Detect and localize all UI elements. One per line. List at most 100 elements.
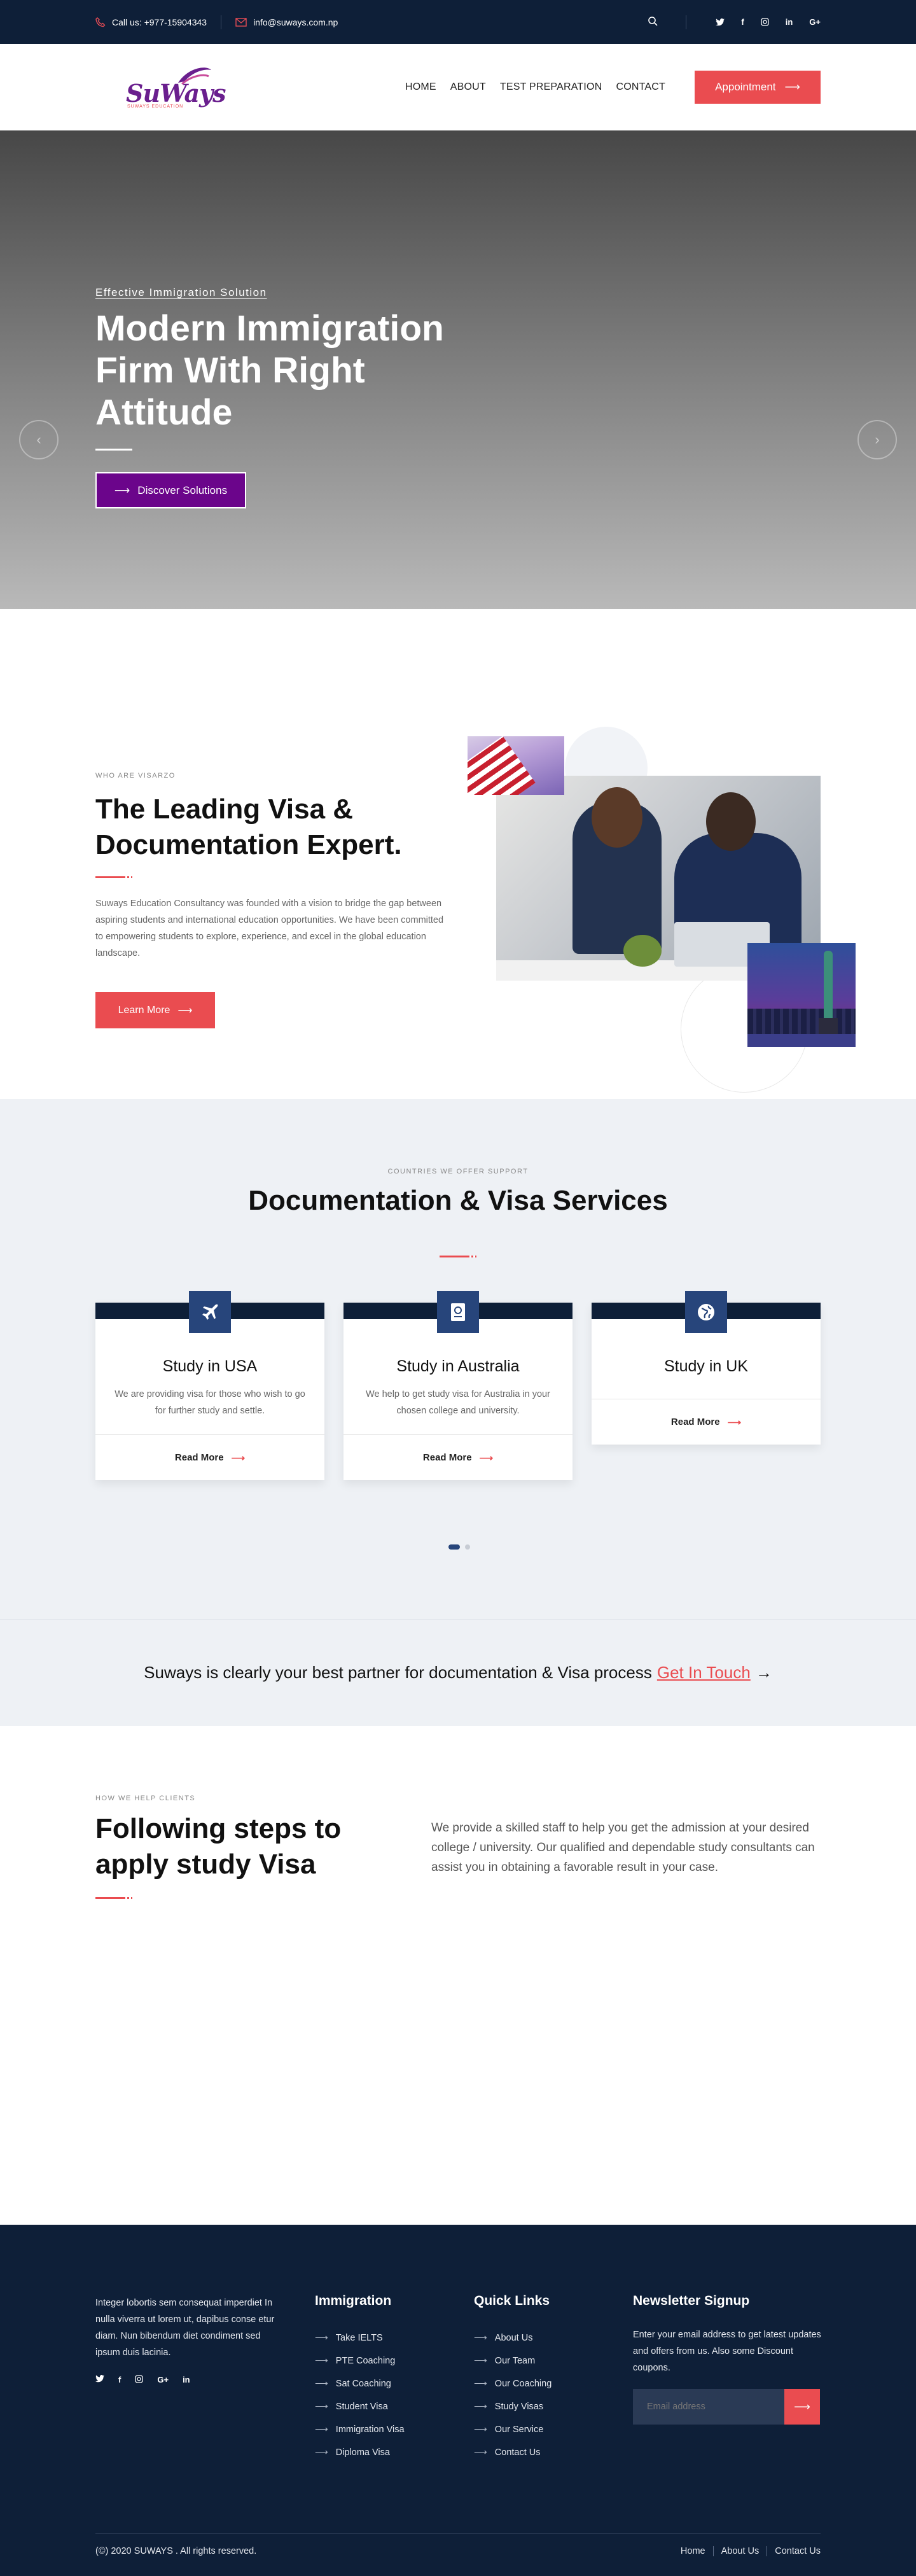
nav-contact[interactable]: CONTACT (616, 81, 665, 93)
site-header: SuWays SUWAYS EDUCATION HOME ABOUT TEST … (0, 44, 916, 130)
arrow-right-icon: ⟶ (794, 2400, 810, 2413)
carousel-dot[interactable] (465, 1544, 470, 1550)
globe-icon (685, 1291, 727, 1333)
arrow-right-icon: ⟶ (177, 1005, 193, 1016)
footer-link-label: PTE Coaching (335, 2356, 396, 2366)
footer-bottom-links: Home About Us Contact Us (673, 2546, 821, 2556)
cta-text: Suways is clearly your best partner for … (144, 1663, 652, 1682)
newsletter-email-input[interactable] (633, 2389, 784, 2425)
facebook-icon[interactable]: f (741, 17, 744, 27)
arrow-right-icon: ⟶ (315, 2447, 328, 2458)
card-text (604, 1386, 808, 1399)
footer-link-label: Our Team (494, 2356, 536, 2366)
email-info[interactable]: info@suways.com.np (235, 17, 338, 27)
get-in-touch-link[interactable]: Get In Touch (657, 1663, 751, 1683)
linkedin-icon[interactable]: in (183, 2375, 190, 2385)
arrow-right-icon: ⟶ (474, 2402, 487, 2412)
steps-text: We provide a skilled staff to help you g… (431, 1821, 815, 1874)
read-more-link[interactable]: Read More ⟶ (592, 1399, 821, 1445)
google-plus-icon[interactable]: G+ (157, 2375, 169, 2385)
arrow-right-icon: ⟶ (479, 1452, 494, 1464)
arrow-right-icon: ⟶ (727, 1417, 742, 1428)
footer-link-take-ielts[interactable]: ⟶ Take IELTS (315, 2327, 405, 2349)
flag-photo (468, 736, 564, 795)
newsletter-form: ⟶ (633, 2389, 820, 2425)
footer-bottom-contact-us[interactable]: Contact Us (767, 2546, 821, 2556)
logo[interactable]: SuWays SUWAYS EDUCATION (126, 65, 226, 109)
top-bar: Call us: +977-15904343 info@suways.com.n… (0, 0, 916, 44)
carousel-dot-active[interactable] (448, 1544, 460, 1550)
footer-link-pte-coaching[interactable]: ⟶ PTE Coaching (315, 2349, 405, 2372)
site-footer: Integer lobortis sem consequat imperdiet… (0, 2225, 916, 2576)
search-icon[interactable] (648, 16, 658, 28)
card-title: Study in Australia (396, 1357, 520, 1375)
cta-banner: Suways is clearly your best partner for … (0, 1619, 916, 1726)
social-links: f in G+ (716, 17, 821, 27)
service-card-uk: Study in UK Read More ⟶ (592, 1291, 821, 1445)
logo-tagline: SUWAYS EDUCATION (127, 104, 184, 109)
phone-info[interactable]: Call us: +977-15904343 (95, 17, 207, 27)
slider-prev-button[interactable]: ‹ (19, 420, 59, 459)
carousel-dots (448, 1544, 470, 1550)
arrow-right-icon: ⟶ (315, 2379, 328, 2389)
google-plus-icon[interactable]: G+ (809, 17, 821, 27)
hero-slider: ‹ › Effective Immigration Solution Moder… (0, 130, 916, 609)
footer-link-label: Diploma Visa (335, 2447, 390, 2458)
footer-bottom-about-us[interactable]: About Us (712, 2546, 767, 2556)
service-card-australia: Study in Australia We help to get study … (344, 1291, 572, 1480)
slider-next-button[interactable]: › (857, 420, 897, 459)
footer-link-label: Contact Us (494, 2447, 541, 2458)
footer-link-label: About Us (494, 2333, 533, 2343)
footer-link-label: Our Service (494, 2425, 544, 2435)
footer-link-sat-coaching[interactable]: ⟶ Sat Coaching (315, 2372, 405, 2395)
learn-more-label: Learn More (118, 1004, 170, 1016)
footer-bottom-home[interactable]: Home (673, 2546, 713, 2556)
nav-home[interactable]: HOME (405, 81, 436, 93)
nav-about[interactable]: ABOUT (450, 81, 486, 93)
facebook-icon[interactable]: f (118, 2375, 121, 2385)
arrow-right-icon: ⟶ (474, 2356, 487, 2366)
footer-link-student-visa[interactable]: ⟶ Student Visa (315, 2395, 405, 2418)
footer-link-study-visas[interactable]: ⟶ Study Visas (474, 2395, 552, 2418)
appointment-button[interactable]: Appointment ⟶ (695, 71, 821, 104)
about-text: Suways Education Consultancy was founded… (95, 899, 444, 958)
read-more-link[interactable]: Read More ⟶ (95, 1434, 324, 1480)
logo-text: SuWays (126, 79, 226, 108)
instagram-icon[interactable] (761, 17, 769, 27)
footer-link-our-coaching[interactable]: ⟶ Our Coaching (474, 2372, 552, 2395)
read-more-label: Read More (174, 1452, 224, 1463)
newsletter-submit-button[interactable]: ⟶ (784, 2389, 820, 2425)
footer-divider (95, 2533, 821, 2534)
footer-link-contact-us[interactable]: ⟶ Contact Us (474, 2441, 552, 2464)
arrow-right-icon: ⟶ (474, 2447, 487, 2458)
hero-divider (95, 449, 132, 451)
copyright-text: (©) 2020 SUWAYS . All rights reserved. (95, 2546, 257, 2556)
instagram-icon[interactable] (135, 2375, 143, 2385)
footer-link-label: Immigration Visa (335, 2425, 405, 2435)
twitter-icon[interactable] (716, 17, 725, 27)
about-divider (95, 876, 132, 878)
footer-link-our-service[interactable]: ⟶ Our Service (474, 2418, 552, 2441)
learn-more-button[interactable]: Learn More ⟶ (95, 992, 215, 1028)
footer-link-about-us[interactable]: ⟶ About Us (474, 2327, 552, 2349)
footer-link-immigration-visa[interactable]: ⟶ Immigration Visa (315, 2418, 405, 2441)
about-title: The Leading Visa & Documentation Expert. (95, 794, 402, 860)
footer-about-text: Integer lobortis sem consequat imperdiet… (95, 2298, 275, 2358)
footer-link-diploma-visa[interactable]: ⟶ Diploma Visa (315, 2441, 405, 2464)
services-eyebrow: COUNTRIES WE OFFER SUPPORT (387, 1168, 529, 1175)
twitter-icon[interactable] (95, 2375, 104, 2385)
footer-link-label: Sat Coaching (335, 2379, 391, 2389)
main-nav: HOME ABOUT TEST PREPARATION CONTACT Appo… (391, 71, 821, 104)
nav-test-preparation[interactable]: TEST PREPARATION (500, 81, 602, 93)
discover-solutions-button[interactable]: ⟶ Discover Solutions (95, 472, 246, 508)
services-section: COUNTRIES WE OFFER SUPPORT Documentation… (0, 1099, 916, 1619)
newsletter-text: Enter your email address to get latest u… (633, 2330, 821, 2373)
passport-icon (437, 1291, 479, 1333)
arrow-right-icon: ⟶ (784, 81, 800, 93)
footer-newsletter-title: Newsletter Signup (633, 2293, 750, 2308)
hero-subtitle: Effective Immigration Solution (95, 286, 267, 298)
footer-link-our-team[interactable]: ⟶ Our Team (474, 2349, 552, 2372)
read-more-link[interactable]: Read More ⟶ (344, 1434, 572, 1480)
linkedin-icon[interactable]: in (786, 17, 793, 27)
arrow-right-icon: ⟶ (315, 2356, 328, 2366)
